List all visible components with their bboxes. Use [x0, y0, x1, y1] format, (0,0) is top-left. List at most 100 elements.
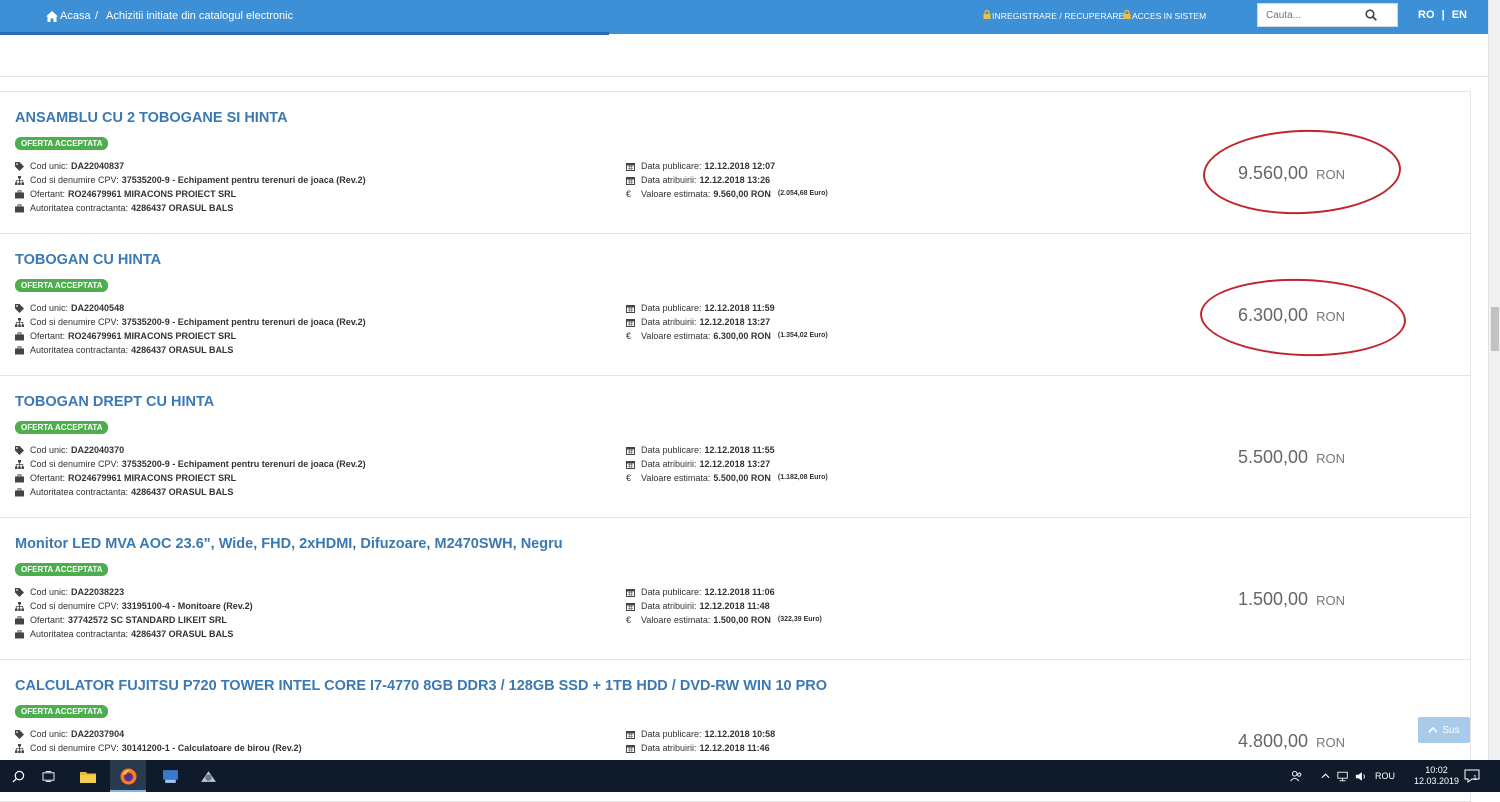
clock-date: 12.03.2019 — [1414, 776, 1460, 786]
lock-icon — [1123, 10, 1131, 19]
cod-unic-value: DA22040548 — [71, 303, 125, 313]
app-icon — [200, 770, 216, 782]
sub-header — [0, 35, 1488, 77]
app-taskbar-button[interactable] — [152, 760, 188, 792]
briefcase-icon — [15, 629, 24, 638]
list-item: TOBOGAN DREPT CU HINTA OFERTA ACCEPTATA … — [0, 376, 1470, 518]
tag-icon — [15, 729, 24, 739]
system-clock[interactable]: 10:02 12.03.2019 — [1414, 765, 1459, 787]
home-icon[interactable] — [46, 11, 58, 22]
item-title-link[interactable]: TOBOGAN DREPT CU HINTA — [15, 394, 214, 410]
item-meta-right: Data publicare: 12.12.2018 11:55 Data atr… — [626, 445, 828, 483]
item-meta-right: Data publicare: 12.12.2018 11:06 Data atr… — [626, 587, 822, 625]
ofertant-value: 37742572 SC STANDARD LIKEIT SRL — [68, 615, 227, 625]
tag-icon — [15, 587, 24, 597]
task-view-button[interactable] — [30, 760, 66, 792]
euro-icon: € — [626, 188, 632, 199]
cpv-value: 37535200-9 - Echipament pentru terenuri … — [121, 175, 366, 185]
item-title-link[interactable]: CALCULATOR FUJITSU P720 TOWER INTEL CORE… — [15, 678, 827, 694]
tag-icon — [15, 303, 24, 313]
item-meta-left: Cod unic: DA22037904 Cod si denumire CPV:… — [15, 727, 302, 755]
breadcrumb-home-link[interactable]: Acasa — [60, 10, 91, 22]
briefcase-icon — [15, 331, 24, 340]
status-badge: OFERTA ACCEPTATA — [15, 137, 109, 150]
notification-center-button[interactable]: 1 — [1464, 760, 1480, 792]
item-title-link[interactable]: TOBOGAN CU HINTA — [15, 252, 161, 268]
notification-count: 1 — [1473, 774, 1477, 782]
price-amount: 4.800,00 — [1238, 731, 1309, 751]
back-to-top-button[interactable]: Sus — [1418, 717, 1470, 743]
item-title-link[interactable]: Monitor LED MVA AOC 23.6", Wide, FHD, 2x… — [15, 536, 563, 552]
calendar-icon — [626, 304, 635, 313]
ofertant-value: RO24679961 MIRACONS PROIECT SRL — [68, 473, 237, 483]
valoare-euro-value: (1.182,08 Euro) — [777, 474, 828, 481]
register-link[interactable]: INREGISTRARE / RECUPERARE — [992, 11, 1124, 21]
volume-icon[interactable] — [1355, 771, 1367, 782]
briefcase-icon — [15, 345, 24, 354]
top-navbar: Acasa / Achizitii initiate din catalogul… — [0, 0, 1488, 35]
breadcrumb-current: Achizitii initiate din catalogul electro… — [106, 10, 294, 22]
lock-icon — [983, 10, 991, 19]
status-badge: OFERTA ACCEPTATA — [15, 563, 109, 576]
login-link[interactable]: ACCES IN SISTEM — [1132, 11, 1206, 21]
calendar-icon — [626, 460, 635, 469]
folder-icon — [80, 771, 96, 783]
status-badge: OFERTA ACCEPTATA — [15, 279, 109, 292]
sitemap-icon — [15, 601, 24, 611]
calendar-icon — [626, 744, 635, 753]
people-icon[interactable] — [1290, 770, 1303, 782]
cod-unic-value: DA22040370 — [71, 445, 125, 455]
lang-ro-link[interactable]: RO — [1418, 9, 1435, 21]
app-icon — [162, 769, 178, 783]
scrollbar-thumb[interactable] — [1491, 307, 1499, 351]
item-meta-left: Cod unic: DA22040370 Cod si denumire CPV:… — [15, 443, 366, 499]
search-input[interactable] — [1258, 4, 1368, 26]
file-explorer-button[interactable] — [70, 760, 106, 792]
network-icon[interactable] — [1337, 771, 1349, 782]
price-currency: RON — [1316, 735, 1345, 750]
input-language[interactable]: ROU — [1375, 771, 1395, 781]
app-taskbar-button[interactable] — [190, 760, 226, 792]
data-publicare-value: 12.12.2018 12:07 — [704, 161, 776, 171]
chevron-up-icon[interactable] — [1321, 773, 1330, 779]
valoare-estimata-value: 9.560,00 RON — [713, 189, 771, 199]
language-switcher: RO | EN — [1418, 9, 1467, 21]
sitemap-icon — [15, 743, 24, 753]
cod-unic-value: DA22038223 — [71, 587, 125, 597]
status-badge: OFERTA ACCEPTATA — [15, 421, 109, 434]
task-view-icon — [42, 770, 54, 782]
search-icon[interactable] — [1365, 9, 1377, 21]
item-title-link[interactable]: ANSAMBLU CU 2 TOBOGANE SI HINTA — [15, 110, 288, 126]
euro-icon: € — [626, 330, 632, 341]
cod-unic-value: DA22037904 — [71, 729, 125, 739]
valoare-euro-value: (2.054,68 Euro) — [777, 190, 828, 197]
data-atribuirii-value: 12.12.2018 11:46 — [699, 743, 770, 753]
search-box — [1257, 3, 1398, 27]
valoare-estimata-value: 5.500,00 RON — [713, 473, 771, 483]
calendar-icon — [626, 446, 635, 455]
item-price: 1.500,00 RON — [1238, 589, 1345, 610]
lang-en-link[interactable]: EN — [1452, 9, 1467, 21]
sitemap-icon — [15, 175, 24, 185]
calendar-icon — [626, 318, 635, 327]
cod-unic-value: DA22040837 — [71, 161, 125, 171]
euro-icon: € — [626, 472, 632, 483]
cpv-value: 33195100-4 - Monitoare (Rev.2) — [121, 601, 253, 611]
calendar-icon — [626, 588, 635, 597]
data-publicare-value: 12.12.2018 10:58 — [704, 729, 776, 739]
item-meta-left: Cod unic: DA22038223 Cod si denumire CPV:… — [15, 585, 253, 641]
firefox-taskbar-button[interactable] — [110, 760, 146, 792]
item-meta-left: Cod unic: DA22040837 Cod si denumire CPV:… — [15, 159, 366, 215]
data-publicare-value: 12.12.2018 11:06 — [704, 587, 775, 597]
calendar-icon — [626, 162, 635, 171]
price-amount: 5.500,00 — [1238, 447, 1309, 467]
tag-icon — [15, 445, 24, 455]
data-atribuirii-value: 12.12.2018 11:48 — [699, 601, 770, 611]
cpv-value: 30141200-1 - Calculatoare de birou (Rev.… — [121, 743, 302, 753]
notification-icon — [1464, 769, 1480, 783]
item-meta-right: Data publicare: 12.12.2018 11:59 Data atr… — [626, 303, 828, 341]
briefcase-icon — [15, 203, 24, 212]
tag-icon — [15, 161, 24, 171]
page-scrollbar[interactable] — [1488, 0, 1500, 760]
ofertant-value: RO24679961 MIRACONS PROIECT SRL — [68, 331, 237, 341]
